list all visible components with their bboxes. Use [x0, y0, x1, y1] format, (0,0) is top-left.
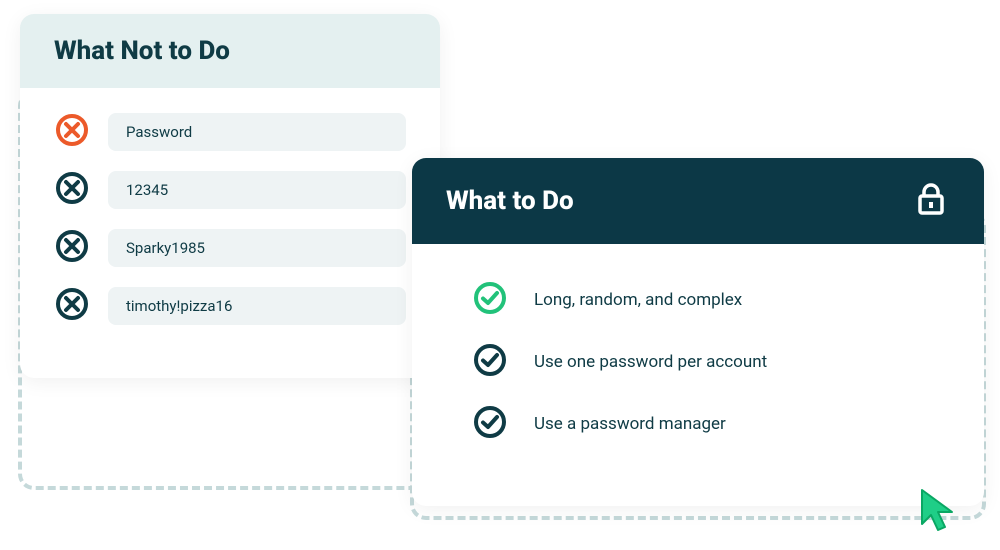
what-to-do-card: What to Do Long, random, and complex Use…: [412, 158, 984, 506]
good-practice-text: Long, random, and complex: [534, 290, 742, 310]
bad-password-pill: timothy!pizza16: [108, 287, 406, 325]
list-item: Use a password manager: [472, 404, 944, 444]
what-not-to-do-card: What Not to Do Password 12345 Sparky1985: [20, 14, 440, 378]
cursor-icon: [916, 486, 964, 538]
bad-password-pill: Sparky1985: [108, 229, 406, 267]
good-practice-text: Use a password manager: [534, 414, 726, 434]
bad-password-pill: Password: [108, 113, 406, 151]
what-to-do-title: What to Do: [446, 186, 574, 216]
lock-icon: [912, 180, 950, 222]
what-to-do-header: What to Do: [412, 158, 984, 244]
x-circle-icon: [54, 228, 90, 268]
check-circle-icon: [472, 342, 508, 382]
what-to-do-body: Long, random, and complex Use one passwo…: [412, 244, 984, 476]
x-circle-icon: [54, 112, 90, 152]
list-item: timothy!pizza16: [54, 286, 406, 326]
list-item: Sparky1985: [54, 228, 406, 268]
check-circle-icon: [472, 280, 508, 320]
what-not-to-do-title: What Not to Do: [54, 36, 406, 66]
x-circle-icon: [54, 286, 90, 326]
list-item: Password: [54, 112, 406, 152]
good-practice-text: Use one password per account: [534, 352, 767, 372]
list-item: 12345: [54, 170, 406, 210]
list-item: Use one password per account: [472, 342, 944, 382]
bad-password-pill: 12345: [108, 171, 406, 209]
x-circle-icon: [54, 170, 90, 210]
check-circle-icon: [472, 404, 508, 444]
list-item: Long, random, and complex: [472, 280, 944, 320]
what-not-to-do-body: Password 12345 Sparky1985 timothy!pizza1…: [20, 88, 440, 348]
what-not-to-do-header: What Not to Do: [20, 14, 440, 88]
